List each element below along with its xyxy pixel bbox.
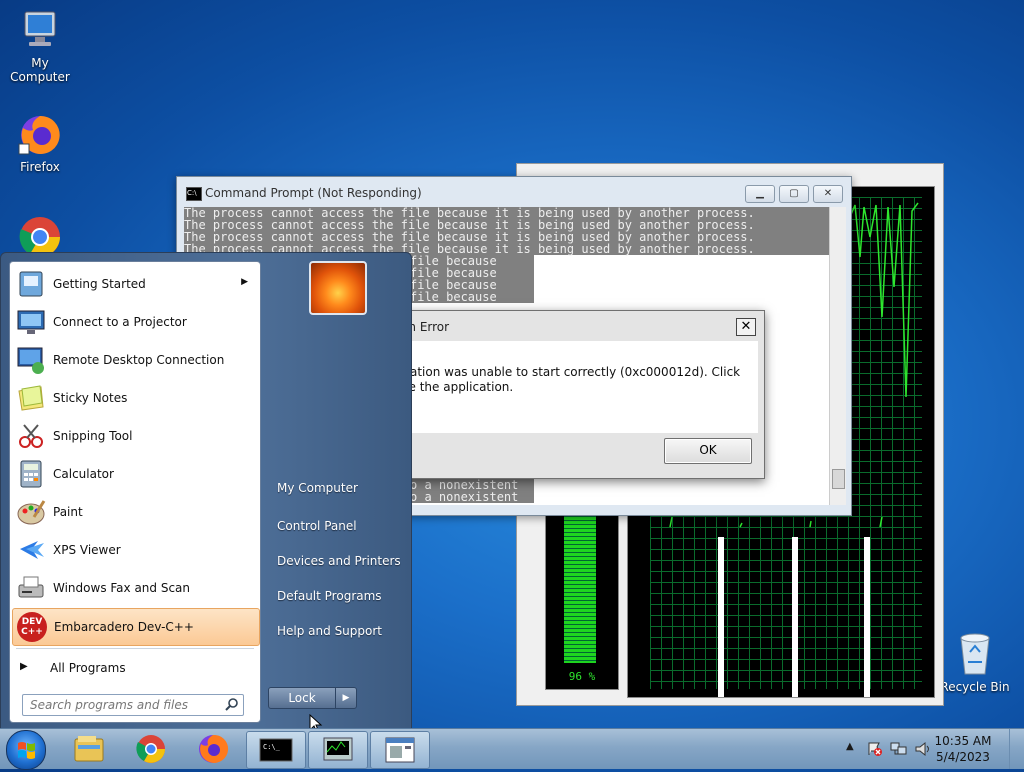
console-line: file because [410,291,534,303]
program-connect-projector[interactable]: Connect to a Projector [12,304,258,340]
minimize-button[interactable]: ▁ [745,185,775,203]
firefox-icon [199,734,229,763]
start-right-help-support[interactable]: Help and Support [277,624,382,638]
system-clock[interactable]: 10:35 AM 5/4/2023 [928,733,998,765]
xps-viewer-icon [16,535,46,565]
network-icon[interactable] [890,741,908,761]
start-menu-programs-pane: Getting Started ▶ Connect to a Projector… [9,261,261,723]
task-manager-icon [323,737,353,761]
taskbar-explorer-button[interactable] [60,731,118,767]
cmd-icon: C:\_ [259,738,293,762]
taskbar-cmd-button[interactable]: C:\_ [246,731,306,769]
program-embarcadero-devcpp[interactable]: DEV C++ Embarcadero Dev-C++ [12,608,260,646]
show-desktop-button[interactable] [1009,729,1024,769]
desktop-icon-my-computer[interactable]: My Computer [0,8,80,84]
desktop-icon-firefox[interactable]: Firefox [0,112,80,174]
calculator-icon [16,459,46,489]
program-xps-viewer[interactable]: XPS Viewer [12,532,258,568]
start-right-my-computer[interactable]: My Computer [277,481,358,495]
clock-time: 10:35 AM [934,734,992,748]
search-icon [225,697,239,714]
fax-scan-icon [16,573,46,603]
program-calculator[interactable]: Calculator [12,456,258,492]
dialog-close-button[interactable]: ✕ [736,318,756,336]
recycle-bin-icon [952,628,998,678]
desktop-icon-recycle-bin[interactable]: Recycle Bin [935,628,1015,694]
paint-icon [16,497,46,527]
all-programs-arrow-icon: ▶ [20,661,28,672]
cpu-core-divider [792,537,798,697]
svg-text:C:\_: C:\_ [263,743,281,751]
taskbar-task-manager-button[interactable] [308,731,368,769]
devcpp-icon: DEV C++ [17,612,47,642]
ok-button[interactable]: OK [664,438,752,464]
show-hidden-icons-button[interactable]: ▲ [846,741,854,752]
snipping-tool-icon [16,421,46,451]
cmd-window-title: Command Prompt (Not Responding) [205,186,422,200]
sticky-notes-icon [16,383,46,413]
program-remote-desktop[interactable]: Remote Desktop Connection [12,342,258,378]
cmd-window-icon: C:\ [186,187,202,201]
program-sticky-notes[interactable]: Sticky Notes [12,380,258,416]
start-right-control-panel[interactable]: Control Panel [277,519,357,533]
separator [16,648,254,649]
taskbar-notepad-button[interactable] [370,731,430,769]
windows-logo-icon [18,742,35,759]
program-fax-scan[interactable]: Windows Fax and Scan [12,570,258,606]
start-right-default-programs[interactable]: Default Programs [277,589,382,603]
folder-icon [74,736,104,762]
firefox-icon [17,112,63,158]
all-programs-button[interactable]: ▶ All Programs [12,650,258,686]
action-center-icon[interactable] [866,741,882,761]
program-snipping-tool[interactable]: Snipping Tool [12,418,258,454]
scrollbar-thumb[interactable] [832,469,845,489]
program-getting-started[interactable]: Getting Started ▶ [12,266,258,302]
maximize-button[interactable]: ▢ [779,185,809,203]
close-button[interactable]: ✕ [813,185,843,203]
clock-date: 5/4/2023 [936,750,990,764]
taskbar-chrome-button[interactable] [122,731,180,767]
desktop-icon-label: Firefox [20,160,60,174]
projector-icon [16,307,46,337]
lock-button[interactable]: Lock [268,687,336,709]
desktop-icon-label: My Computer [10,56,70,84]
cpu-usage-bar [564,509,596,663]
shutdown-options-arrow[interactable]: ▶ [335,687,357,709]
search-programs-input[interactable]: Search programs and files [22,694,244,716]
program-paint[interactable]: Paint [12,494,258,530]
search-placeholder: Search programs and files [30,698,188,712]
remote-desktop-icon [16,345,46,375]
desktop-icon-label: Recycle Bin [940,680,1010,694]
user-account-picture[interactable] [309,261,367,315]
start-menu: Getting Started ▶ Connect to a Projector… [0,252,412,730]
cpu-usage-label: 96 % [568,670,596,683]
cpu-core-divider [864,537,870,697]
start-right-devices-printers[interactable]: Devices and Printers [277,554,401,568]
submenu-arrow-icon: ▶ [241,277,248,287]
start-button[interactable] [6,730,46,770]
console-line: o a nonexistent [410,491,534,503]
application-window-icon [385,737,415,763]
cpu-usage-panel: 96 % [545,500,619,690]
cpu-core-divider [718,537,724,697]
taskbar: C:\_ ▲ 10:35 AM 5/4/2023 [0,728,1024,770]
computer-icon [17,8,63,54]
getting-started-icon [16,269,46,299]
chrome-icon [136,735,165,763]
taskbar-firefox-button[interactable] [184,731,242,767]
cmd-vertical-scrollbar[interactable] [829,207,846,505]
